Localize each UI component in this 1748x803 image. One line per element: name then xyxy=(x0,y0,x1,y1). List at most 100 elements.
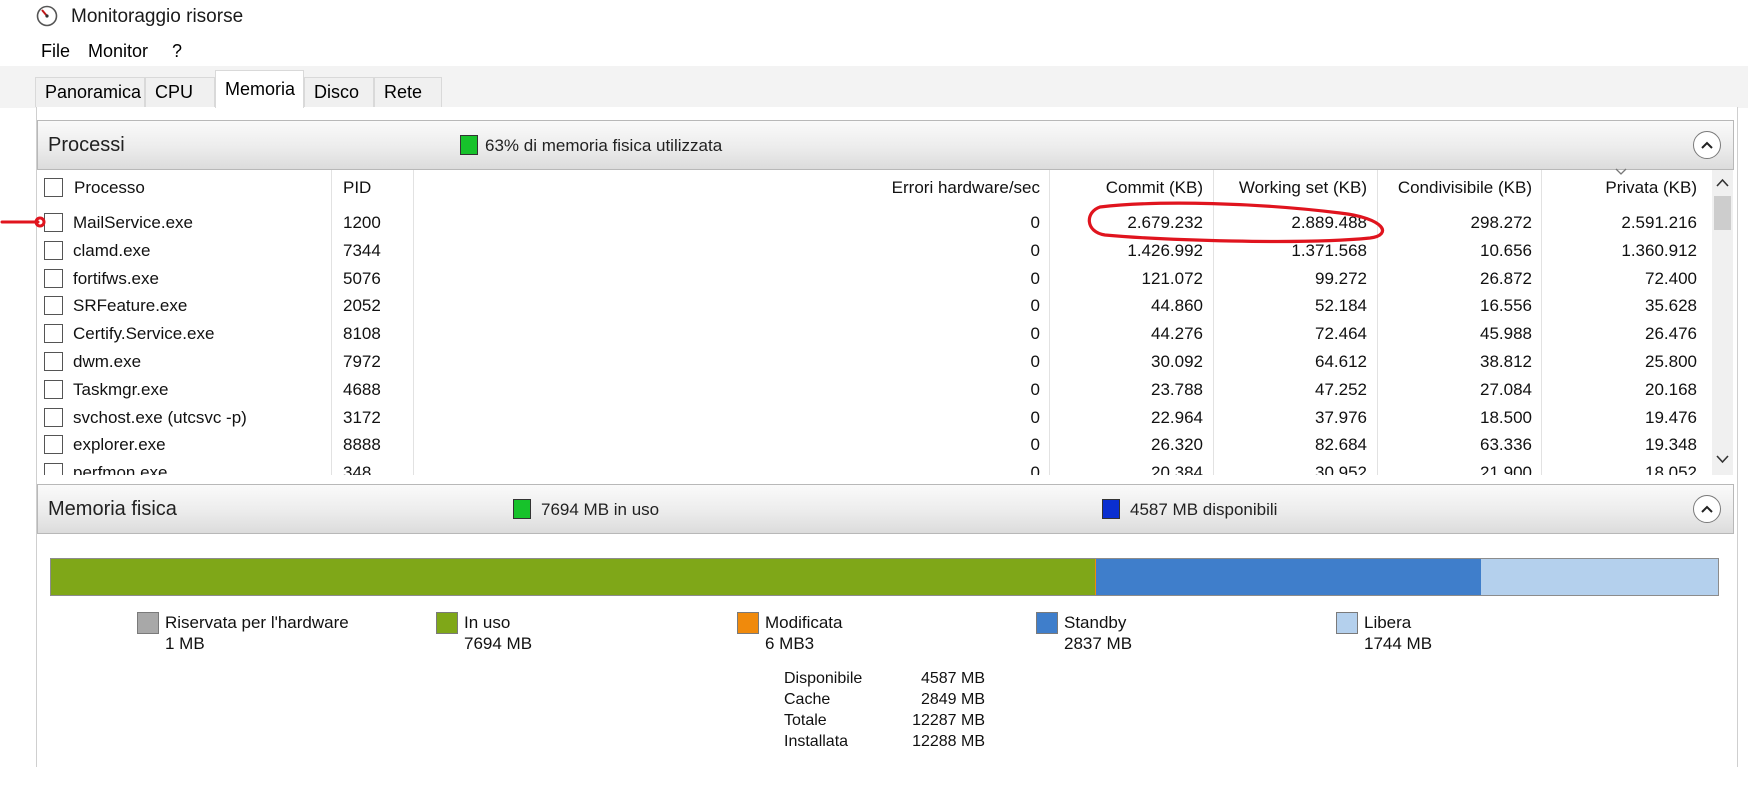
shareable-cell: 10.656 xyxy=(1480,240,1532,260)
scrollbar-thumb[interactable] xyxy=(1714,196,1731,230)
physical-memory-section-header[interactable]: Memoria fisica 7694 MB in uso 4587 MB di… xyxy=(37,484,1734,534)
in-use-square-icon xyxy=(513,499,531,519)
window-title: Monitoraggio risorse xyxy=(71,6,244,27)
process-checkbox[interactable] xyxy=(44,268,63,288)
tab-rete[interactable]: Rete xyxy=(374,77,442,107)
pid-cell: 3172 xyxy=(343,407,381,427)
process-checkbox[interactable] xyxy=(44,435,63,455)
physical-memory-title: Memoria fisica xyxy=(48,498,177,520)
tab-panoramica[interactable]: Panoramica xyxy=(35,77,145,107)
faults-cell: 0 xyxy=(1030,407,1040,427)
scroll-down-icon[interactable] xyxy=(1716,455,1729,464)
column-header-working-set[interactable]: Working set (KB) xyxy=(1215,178,1367,198)
tab-cpu[interactable]: CPU xyxy=(145,77,215,107)
table-row[interactable]: perfmon.exe 348 0 20.384 30.952 21.900 18.052 xyxy=(0,459,1697,475)
private-cell: 25.800 xyxy=(1645,352,1697,371)
process-checkbox[interactable] xyxy=(44,407,63,427)
memory-used-square-icon xyxy=(460,135,478,155)
stat-cache-label: Cache xyxy=(784,691,831,708)
private-cell: 18.052 xyxy=(1645,463,1697,475)
process-name-cell: svchost.exe (utcsvc -p) xyxy=(73,407,247,427)
faults-cell: 0 xyxy=(1030,296,1040,316)
working-set-cell: 30.952 xyxy=(1315,463,1367,475)
process-checkbox[interactable] xyxy=(44,296,63,316)
process-name-cell: dwm.exe xyxy=(73,352,142,371)
private-cell: 26.476 xyxy=(1645,324,1697,344)
column-header-errori[interactable]: Errori hardware/sec xyxy=(800,178,1040,198)
shareable-cell: 26.872 xyxy=(1480,268,1532,288)
stat-installata-label: Installata xyxy=(784,733,849,750)
chevron-up-icon xyxy=(1701,141,1713,149)
working-set-cell: 72.464 xyxy=(1315,324,1367,344)
legend-free-label: Libera xyxy=(1364,613,1412,632)
tab-disco[interactable]: Disco xyxy=(304,77,374,107)
process-name-cell: perfmon.exe xyxy=(73,463,168,475)
memory-bar-segment xyxy=(1481,559,1718,595)
shareable-cell: 27.084 xyxy=(1480,379,1532,399)
stat-disponibile-label: Disponibile xyxy=(784,670,863,687)
stat-installata-value: 12288 MB xyxy=(912,733,985,750)
physical-memory-bar xyxy=(50,558,1719,596)
column-header-privata[interactable]: Privata (KB) xyxy=(1545,178,1697,198)
process-checkbox[interactable] xyxy=(44,379,63,399)
legend-free-swatch xyxy=(1336,612,1358,634)
processes-title: Processi xyxy=(48,134,125,156)
processes-rows: MailService.exe 1200 0 2.679.232 2.889.488 29… xyxy=(0,209,1712,475)
column-header-pid[interactable]: PID xyxy=(343,178,371,198)
process-name-cell: Certify.Service.exe xyxy=(73,324,215,344)
memory-bar-segment xyxy=(1096,559,1482,595)
legend-reserved-value: 1 MB xyxy=(165,634,205,653)
scroll-up-icon[interactable] xyxy=(1716,178,1729,187)
legend-in-use-label: In uso xyxy=(464,613,511,632)
processes-section-header[interactable]: Processi 63% di memoria fisica utilizzat… xyxy=(37,120,1734,170)
faults-cell: 0 xyxy=(1030,463,1040,475)
column-header-processo[interactable]: Processo xyxy=(74,178,145,198)
legend-standby-value: 2837 MB xyxy=(1064,634,1133,653)
tab-memoria[interactable]: Memoria xyxy=(215,70,304,108)
process-checkbox[interactable] xyxy=(44,463,63,475)
commit-cell: 30.092 xyxy=(1151,352,1203,371)
table-row[interactable]: SRFeature.exe 2052 0 44.860 52.184 16.556 35.6… xyxy=(0,292,1697,320)
shareable-cell: 45.988 xyxy=(1480,324,1532,344)
faults-cell: 0 xyxy=(1030,324,1040,344)
private-cell: 20.168 xyxy=(1645,379,1697,399)
process-checkbox[interactable] xyxy=(44,324,63,344)
pid-cell: 5076 xyxy=(343,268,381,288)
faults-cell: 0 xyxy=(1030,435,1040,455)
select-all-checkbox[interactable] xyxy=(44,178,63,197)
collapse-processes-button[interactable] xyxy=(1693,131,1721,159)
private-cell: 2.591.216 xyxy=(1621,213,1697,232)
commit-cell: 44.276 xyxy=(1151,324,1203,344)
table-row[interactable]: explorer.exe 8888 0 26.320 82.684 63.336 19.34… xyxy=(0,431,1697,459)
collapse-physical-memory-button[interactable] xyxy=(1693,495,1721,523)
process-checkbox[interactable] xyxy=(44,240,63,260)
table-row[interactable]: Certify.Service.exe 8108 0 44.276 72.464 45.9… xyxy=(0,320,1697,348)
table-row[interactable]: dwm.exe 7972 0 30.092 64.612 38.812 25.800 xyxy=(0,348,1697,376)
legend-reserved-label: Riservata per l'hardware xyxy=(165,613,349,632)
working-set-cell: 64.612 xyxy=(1315,352,1367,371)
commit-cell: 1.426.992 xyxy=(1127,240,1203,260)
pid-cell: 1200 xyxy=(343,213,381,232)
table-row[interactable]: svchost.exe (utcsvc -p) 3172 0 22.964 37.976… xyxy=(0,404,1697,432)
menu-help[interactable]: ? xyxy=(172,41,182,62)
shareable-cell: 18.500 xyxy=(1480,407,1532,427)
in-use-status: 7694 MB in uso xyxy=(541,500,660,519)
commit-cell: 23.788 xyxy=(1151,379,1203,399)
working-set-cell: 37.976 xyxy=(1315,407,1367,427)
menu-file[interactable]: File xyxy=(41,41,70,62)
table-row[interactable]: Taskmgr.exe 4688 0 23.788 47.252 27.084 20.168 xyxy=(0,376,1697,404)
table-row[interactable]: clamd.exe 7344 0 1.426.992 1.371.568 10.656 1.… xyxy=(0,237,1697,265)
menu-monitor[interactable]: Monitor xyxy=(88,41,148,62)
working-set-cell: 2.889.488 xyxy=(1291,213,1367,232)
process-checkbox[interactable] xyxy=(44,213,63,232)
commit-cell: 121.072 xyxy=(1141,268,1203,288)
legend-in-use-swatch xyxy=(436,612,458,634)
table-row[interactable]: fortifws.exe 5076 0 121.072 99.272 26.872 72.4… xyxy=(0,265,1697,293)
process-checkbox[interactable] xyxy=(44,352,63,371)
table-row[interactable]: MailService.exe 1200 0 2.679.232 2.889.488 29… xyxy=(0,209,1697,237)
stat-disponibile-value: 4587 MB xyxy=(920,670,985,687)
column-header-condivisibile[interactable]: Condivisibile (KB) xyxy=(1380,178,1532,198)
column-header-commit[interactable]: Commit (KB) xyxy=(1055,178,1203,198)
memory-bar-segment xyxy=(51,559,1096,595)
private-cell: 19.476 xyxy=(1645,407,1697,427)
